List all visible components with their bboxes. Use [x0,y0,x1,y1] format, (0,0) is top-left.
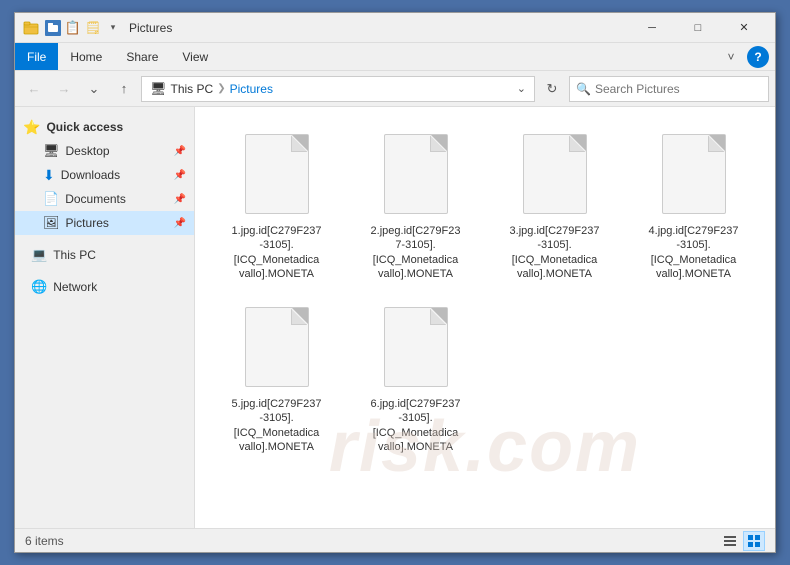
file-page-file3 [523,134,587,214]
qa-dropdown-arrow[interactable]: ▾ [105,20,121,36]
forward-button[interactable]: → [51,76,77,102]
sidebar-label-pictures: Pictures [66,216,168,230]
ribbon-collapse-button[interactable]: ˅ [719,45,743,69]
sidebar: ⭐ Quick access 🖥 Desktop 📌 ⬇ Downloads 📌… [15,107,195,528]
pin-icon-pictures: 📌 [174,218,186,229]
pictures-icon: 🖼 [43,215,60,231]
menu-view[interactable]: View [170,43,220,70]
up-button[interactable]: ↑ [111,76,137,102]
sidebar-item-quick-access[interactable]: ⭐ Quick access [15,115,194,139]
file-icon-file3 [520,130,590,218]
quick-access-toolbar: 📋 🗒 ▾ [45,20,121,36]
thispc-icon: 💻 [31,247,47,263]
statusbar: 6 items [15,528,775,552]
address-part-pictures: Pictures [230,82,273,96]
file-name-file2: 2.jpeg.id[C279F237-3105].[ICQ_Monetadica… [371,224,461,281]
help-button[interactable]: ? [747,46,769,68]
view-controls [719,531,765,551]
sidebar-label-downloads: Downloads [61,168,168,182]
menu-share[interactable]: Share [114,43,170,70]
sidebar-item-thispc[interactable]: 💻 This PC [15,243,194,267]
search-box[interactable]: 🔍 [569,76,769,102]
sidebar-item-pictures[interactable]: 🖼 Pictures 📌 [15,211,194,235]
address-bar[interactable]: 🖥 This PC ❯ Pictures ⌄ [141,76,535,102]
sidebar-item-downloads[interactable]: ⬇ Downloads 📌 [15,163,194,187]
window-title: Pictures [129,21,629,35]
pin-icon-downloads: 📌 [174,170,186,181]
network-icon: 🌐 [31,279,47,295]
sidebar-label-desktop: Desktop [66,144,168,158]
titlebar-controls: ─ □ ✕ [629,13,767,43]
sidebar-label-quick-access: Quick access [46,120,186,134]
file-page-file4 [662,134,726,214]
file-name-file6: 6.jpg.id[C279F237-3105].[ICQ_Monetadicav… [371,397,461,454]
sidebar-item-network[interactable]: 🌐 Network [15,275,194,299]
desktop-icon: 🖥 [43,143,60,159]
file-item-file1[interactable]: 1.jpg.id[C279F237-3105].[ICQ_Monetadicav… [211,123,342,288]
refresh-button[interactable]: ↻ [539,76,565,102]
file-icon-file1 [242,130,312,218]
address-dropdown-icon[interactable]: ⌄ [517,82,526,95]
explorer-window: 📋 🗒 ▾ Pictures ─ □ ✕ File Home Share Vie… [14,12,776,553]
file-item-file3[interactable]: 3.jpg.id[C279F237-3105].[ICQ_Monetadicav… [489,123,620,288]
files-grid: 1.jpg.id[C279F237-3105].[ICQ_Monetadicav… [207,119,763,465]
file-page-file6 [384,307,448,387]
file-item-file6[interactable]: 6.jpg.id[C279F237-3105].[ICQ_Monetadicav… [350,296,481,461]
recent-locations-button[interactable]: ⌄ [81,76,107,102]
content-area: ⭐ Quick access 🖥 Desktop 📌 ⬇ Downloads 📌… [15,107,775,528]
file-item-file4[interactable]: 4.jpg.id[C279F237-3105].[ICQ_Monetadicav… [628,123,759,288]
file-item-file2[interactable]: 2.jpeg.id[C279F237-3105].[ICQ_Monetadica… [350,123,481,288]
main-content: risk.com 1.jpg.id[C279F237-3105].[ICQ_Mo… [195,107,775,528]
back-button[interactable]: ← [21,76,47,102]
minimize-button[interactable]: ─ [629,13,675,43]
file-name-file3: 3.jpg.id[C279F237-3105].[ICQ_Monetadicav… [510,224,600,281]
search-input[interactable] [595,82,762,96]
sidebar-label-documents: Documents [65,192,167,206]
search-icon: 🔍 [576,82,591,96]
address-folder-icon: 🖥 [150,81,167,97]
file-name-file1: 1.jpg.id[C279F237-3105].[ICQ_Monetadicav… [232,224,322,281]
file-page-file5 [245,307,309,387]
qa-icon-3: 🗒 [85,20,101,36]
menubar-right: ˅ ? [719,45,775,69]
file-page-file2 [384,134,448,214]
menu-file[interactable]: File [15,43,58,70]
address-separator: ❯ [217,83,225,94]
window-icon [23,20,39,36]
file-name-file4: 4.jpg.id[C279F237-3105].[ICQ_Monetadicav… [649,224,739,281]
menubar: File Home Share View ˅ ? [15,43,775,71]
file-icon-file5 [242,303,312,391]
large-icon-view-button[interactable] [743,531,765,551]
qa-icon-2: 📋 [65,20,81,36]
file-icon-file6 [381,303,451,391]
sidebar-item-documents[interactable]: 📄 Documents 📌 [15,187,194,211]
titlebar: 📋 🗒 ▾ Pictures ─ □ ✕ [15,13,775,43]
sidebar-spacer-2 [15,267,194,275]
pin-icon-documents: 📌 [174,194,186,205]
sidebar-item-desktop[interactable]: 🖥 Desktop 📌 [15,139,194,163]
qa-icon-1 [45,20,61,36]
file-icon-file4 [659,130,729,218]
documents-icon: 📄 [43,191,59,207]
addressbar: ← → ⌄ ↑ 🖥 This PC ❯ Pictures ⌄ ↻ 🔍 [15,71,775,107]
list-view-button[interactable] [719,531,741,551]
address-part-thispc: This PC [171,82,214,96]
maximize-button[interactable]: □ [675,13,721,43]
close-button[interactable]: ✕ [721,13,767,43]
pin-icon-desktop: 📌 [174,146,186,157]
file-item-file5[interactable]: 5.jpg.id[C279F237-3105].[ICQ_Monetadicav… [211,296,342,461]
menu-home[interactable]: Home [58,43,114,70]
sidebar-label-thispc: This PC [53,248,186,262]
downloads-icon: ⬇ [43,167,55,184]
file-name-file5: 5.jpg.id[C279F237-3105].[ICQ_Monetadicav… [232,397,322,454]
file-icon-file2 [381,130,451,218]
file-page-file1 [245,134,309,214]
quick-access-icon: ⭐ [23,119,40,136]
item-count: 6 items [25,534,64,548]
sidebar-label-network: Network [53,280,186,294]
sidebar-spacer-1 [15,235,194,243]
